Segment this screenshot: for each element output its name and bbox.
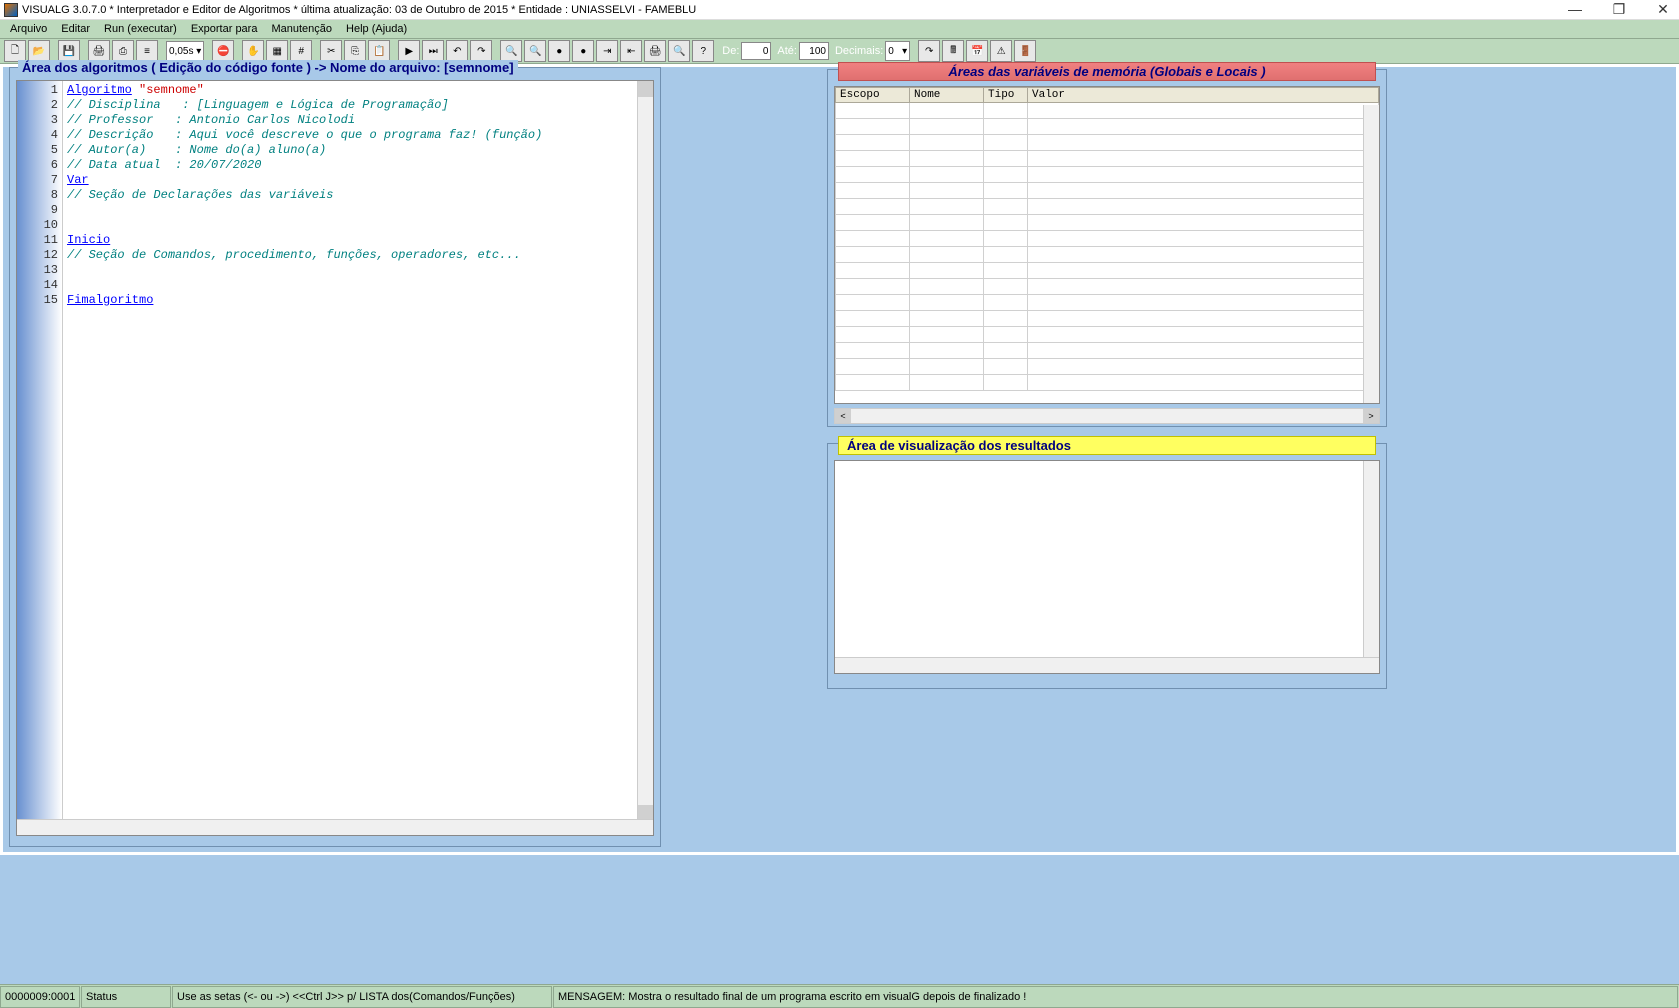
brk-icon[interactable]: ● xyxy=(548,40,570,62)
refresh-icon[interactable]: ↷ xyxy=(918,40,940,62)
table-row[interactable] xyxy=(836,279,1379,295)
statusbar: 0000009:0001 Status Use as setas (<- ou … xyxy=(0,984,1679,1008)
outdent-icon[interactable]: ⇤ xyxy=(620,40,642,62)
results-legend: Área de visualização dos resultados xyxy=(838,436,1376,455)
exit-icon[interactable]: 🚪 xyxy=(1014,40,1036,62)
indent-icon[interactable]: ⇥ xyxy=(596,40,618,62)
menu-arquivo[interactable]: Arquivo xyxy=(4,22,53,36)
de-input[interactable] xyxy=(741,42,771,60)
app-icon xyxy=(4,3,18,17)
step-icon[interactable]: ⏭ xyxy=(422,40,444,62)
open-file-icon[interactable]: 📂 xyxy=(28,40,50,62)
results-hscrollbar[interactable] xyxy=(835,657,1379,673)
num-icon[interactable]: # xyxy=(290,40,312,62)
ate-input[interactable] xyxy=(799,42,829,60)
variables-table[interactable]: EscopoNomeTipoValor xyxy=(835,87,1379,391)
table-row[interactable] xyxy=(836,375,1379,391)
vars-col-escopo[interactable]: Escopo xyxy=(836,88,910,103)
table-row[interactable] xyxy=(836,311,1379,327)
editor-vscrollbar[interactable] xyxy=(637,81,653,821)
vars-col-tipo[interactable]: Tipo xyxy=(984,88,1028,103)
table-row[interactable] xyxy=(836,231,1379,247)
results-output[interactable] xyxy=(834,460,1380,674)
print2-icon[interactable]: 🖨 xyxy=(644,40,666,62)
close-button[interactable]: ✕ xyxy=(1651,1,1675,18)
help-icon[interactable]: ? xyxy=(692,40,714,62)
status-message: MENSAGEM: Mostra o resultado final de um… xyxy=(553,986,1678,1008)
vars-col-valor[interactable]: Valor xyxy=(1028,88,1379,103)
menubar: Arquivo Editar Run (executar) Exportar p… xyxy=(0,20,1679,38)
table-row[interactable] xyxy=(836,359,1379,375)
vars-col-nome[interactable]: Nome xyxy=(910,88,984,103)
code-text[interactable]: Algoritmo "semnome"// Disciplina : [Ling… xyxy=(63,81,653,835)
variables-panel: Áreas das variáveis de memória (Globais … xyxy=(827,69,1387,429)
ate-label: Até: xyxy=(777,45,797,57)
print-icon[interactable]: 🖨 xyxy=(88,40,110,62)
window-title: VISUALG 3.0.7.0 * Interpretador e Editor… xyxy=(22,4,696,16)
titlebar: VISUALG 3.0.7.0 * Interpretador e Editor… xyxy=(0,0,1679,20)
paste-icon[interactable]: 📋 xyxy=(368,40,390,62)
copy-icon[interactable]: ⎘ xyxy=(344,40,366,62)
de-label: De: xyxy=(722,45,739,57)
zoom-icon[interactable]: 🔍 xyxy=(668,40,690,62)
preview-icon[interactable]: ⎙ xyxy=(112,40,134,62)
status-label: Status xyxy=(81,986,171,1008)
editor-hscrollbar[interactable] xyxy=(17,819,653,835)
vars-hscrollbar[interactable] xyxy=(834,408,1380,424)
results-panel: Área de visualização dos resultados xyxy=(827,443,1387,691)
save-icon[interactable]: 💾 xyxy=(58,40,80,62)
menu-run[interactable]: Run (executar) xyxy=(98,22,183,36)
new-file-icon[interactable]: 🗋 xyxy=(4,40,26,62)
menu-manutencao[interactable]: Manutenção xyxy=(265,22,338,36)
hand-icon[interactable]: ✋ xyxy=(242,40,264,62)
table-row[interactable] xyxy=(836,119,1379,135)
calendar-icon[interactable]: 📅 xyxy=(966,40,988,62)
menu-editar[interactable]: Editar xyxy=(55,22,96,36)
table-row[interactable] xyxy=(836,327,1379,343)
list-icon[interactable]: ≡ xyxy=(136,40,158,62)
line-gutter: 123456789101112131415 xyxy=(17,81,63,835)
decimais-label: Decimais: xyxy=(835,45,883,57)
brk2-icon[interactable]: ● xyxy=(572,40,594,62)
undo-icon[interactable]: ↶ xyxy=(446,40,468,62)
menu-exportar[interactable]: Exportar para xyxy=(185,22,264,36)
calc-icon[interactable]: 🖩 xyxy=(942,40,964,62)
table-row[interactable] xyxy=(836,295,1379,311)
code-legend: Área dos algoritmos ( Edição do código f… xyxy=(18,60,518,75)
run-icon[interactable]: ▶ xyxy=(398,40,420,62)
stop-icon[interactable]: ⛔ xyxy=(212,40,234,62)
variables-legend: Áreas das variáveis de memória (Globais … xyxy=(838,62,1376,81)
table-row[interactable] xyxy=(836,151,1379,167)
status-hint: Use as setas (<- ou ->) <<Ctrl J>> p/ LI… xyxy=(172,986,552,1008)
code-editor[interactable]: 123456789101112131415 Algoritmo "semnome… xyxy=(16,80,654,836)
speed-dropdown[interactable]: 0,05s ▾ xyxy=(166,41,204,61)
table-row[interactable] xyxy=(836,343,1379,359)
vars-vscrollbar[interactable] xyxy=(1363,105,1379,403)
table-row[interactable] xyxy=(836,167,1379,183)
table-row[interactable] xyxy=(836,215,1379,231)
table-row[interactable] xyxy=(836,135,1379,151)
find-icon[interactable]: 🔍 xyxy=(500,40,522,62)
redo-icon[interactable]: ↷ xyxy=(470,40,492,62)
decimais-dropdown[interactable]: 0 ▾ xyxy=(885,41,910,61)
workspace: Área dos algoritmos ( Edição do código f… xyxy=(2,66,1677,853)
status-position: 0000009:0001 xyxy=(0,986,80,1008)
results-vscrollbar[interactable] xyxy=(1363,461,1379,657)
menu-help[interactable]: Help (Ajuda) xyxy=(340,22,413,36)
cut-icon[interactable]: ✂ xyxy=(320,40,342,62)
table-row[interactable] xyxy=(836,183,1379,199)
minimize-button[interactable]: — xyxy=(1563,1,1587,18)
find2-icon[interactable]: 🔍 xyxy=(524,40,546,62)
maximize-button[interactable]: ❐ xyxy=(1607,1,1631,18)
table-icon[interactable]: ▦ xyxy=(266,40,288,62)
table-row[interactable] xyxy=(836,263,1379,279)
table-row[interactable] xyxy=(836,103,1379,119)
warn-icon[interactable]: ⚠ xyxy=(990,40,1012,62)
table-row[interactable] xyxy=(836,199,1379,215)
code-panel: Área dos algoritmos ( Edição do código f… xyxy=(9,67,661,849)
table-row[interactable] xyxy=(836,247,1379,263)
